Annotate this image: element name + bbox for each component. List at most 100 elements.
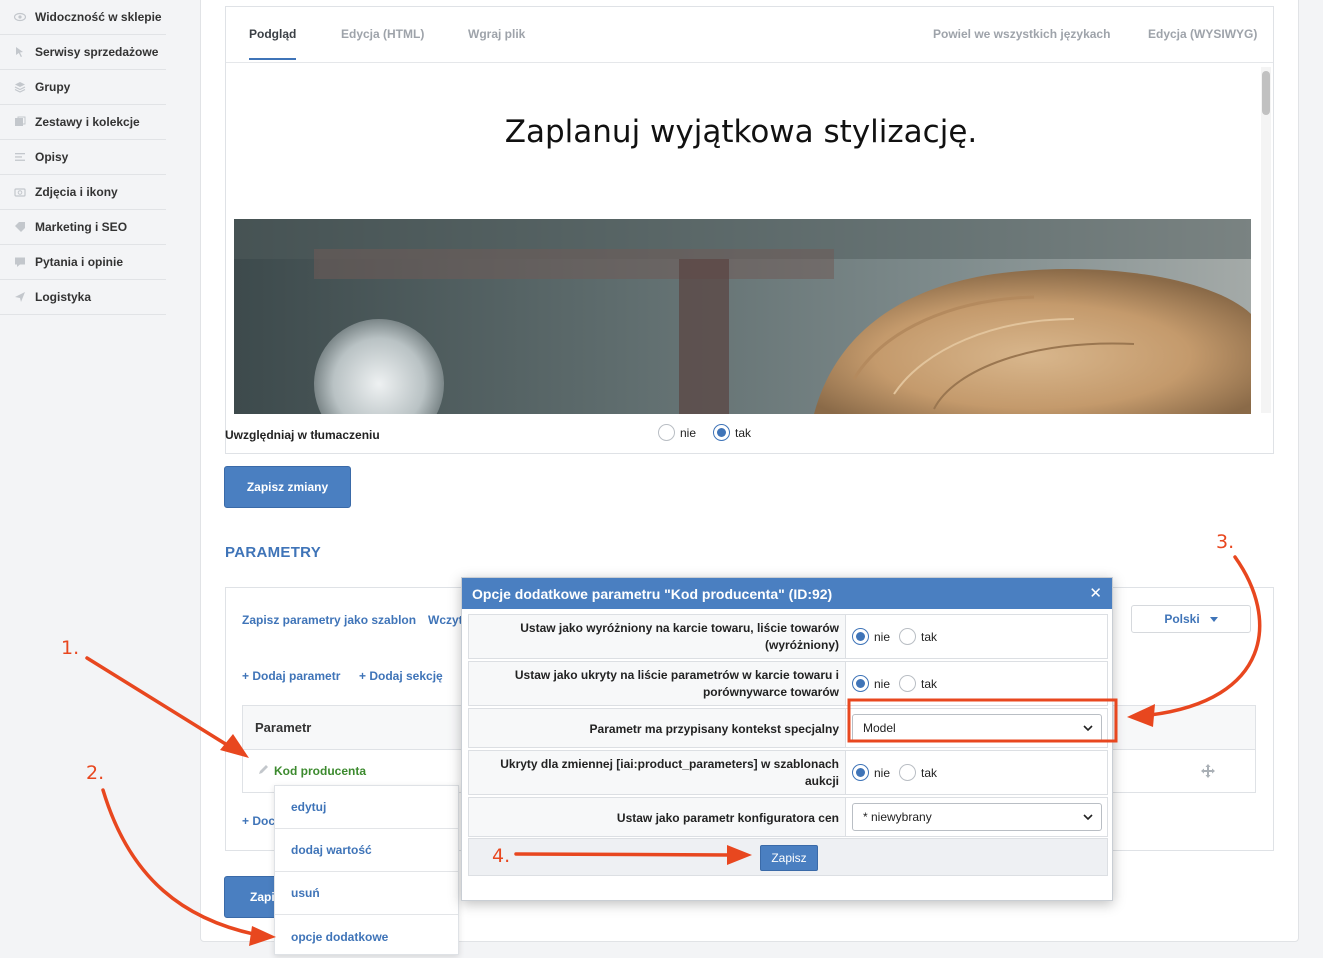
modal-row-price-configurator: Ustaw jako parametr konfiguratora cen * … xyxy=(468,797,1108,837)
radio-label-yes: tak xyxy=(921,629,938,644)
sidebar-item-sales-services[interactable]: Serwisy sprzedażowe xyxy=(0,35,166,70)
preview-scrollbar[interactable] xyxy=(1261,67,1271,413)
modal-row-hidden: Ustaw jako ukryty na liście parametrów w… xyxy=(468,661,1108,706)
radio-label-yes: tak xyxy=(921,676,938,691)
sidebar-item-label: Opisy xyxy=(35,150,69,164)
modal-save-button[interactable]: Zapisz xyxy=(760,845,818,871)
menu-item-extra-options[interactable]: opcje dodatkowe xyxy=(275,915,458,958)
annotation-label-4: 4. xyxy=(492,845,511,867)
plus-icon: + xyxy=(359,669,370,683)
preview-heading: Zaplanuj wyjątkowa stylizację. xyxy=(504,114,978,150)
sidebar-item-label: Pytania i opinie xyxy=(35,255,124,269)
tab-edit-html[interactable]: Edycja (HTML) xyxy=(341,27,424,41)
radio-label-no: nie xyxy=(874,765,891,780)
tab-upload-file[interactable]: Wgraj plik xyxy=(468,27,525,41)
sidebar-item-visibility[interactable]: Widoczność w sklepie xyxy=(0,0,166,35)
tab-edit-wysiwyg[interactable]: Edycja (WYSIWYG) xyxy=(1148,27,1257,41)
hidden-no-radio[interactable] xyxy=(852,675,869,692)
sidebar-item-marketing[interactable]: Marketing i SEO xyxy=(0,210,166,245)
sidebar-item-label: Widoczność w sklepie xyxy=(35,10,162,24)
add-parameter-link-bottom[interactable]: + Doc xyxy=(242,814,275,828)
translation-label: Uwzględniaj w tłumaczeniu xyxy=(225,428,380,442)
modal-row-featured: Ustaw jako wyróżniony na karcie towaru, … xyxy=(468,614,1108,659)
sidebar-item-logistics[interactable]: Logistyka xyxy=(0,280,166,315)
chevron-down-icon xyxy=(1083,814,1093,821)
sidebar-item-photos[interactable]: Zdjęcia i ikony xyxy=(0,175,166,210)
move-handle-icon[interactable] xyxy=(1201,764,1215,781)
preview-photo xyxy=(234,219,1251,414)
text-lines-icon xyxy=(14,151,26,163)
auction-hidden-yes-radio[interactable] xyxy=(899,764,917,781)
comment-icon xyxy=(14,256,26,268)
layers-icon xyxy=(14,81,26,93)
annotation-label-3: 3. xyxy=(1216,531,1235,553)
translation-radio-group: nie tak xyxy=(658,424,763,441)
modal-footer: Zapisz xyxy=(468,838,1108,876)
sidebar-item-groups[interactable]: Grupy xyxy=(0,70,166,105)
sidebar-item-label: Marketing i SEO xyxy=(35,220,128,234)
auction-hidden-no-radio[interactable] xyxy=(852,764,869,781)
extra-options-modal: Opcje dodatkowe parametru "Kod producent… xyxy=(461,577,1113,901)
sidebar-item-questions[interactable]: Pytania i opinie xyxy=(0,245,166,280)
sidebar-item-descriptions[interactable]: Opisy xyxy=(0,140,166,175)
radio-label-yes: tak xyxy=(921,765,938,780)
radio-label-no: nie xyxy=(874,676,891,691)
featured-no-radio[interactable] xyxy=(852,628,869,645)
tab-copy-all-languages[interactable]: Powiel we wszystkich językach xyxy=(933,27,1110,41)
add-link-label: Doc xyxy=(252,814,276,828)
modal-row-special-context: Parametr ma przypisany kontekst specjaln… xyxy=(468,708,1108,748)
select-value: Model xyxy=(863,721,896,735)
hidden-yes-radio[interactable] xyxy=(899,675,917,692)
menu-item-delete[interactable]: usuń xyxy=(275,872,458,915)
close-icon[interactable]: ✕ xyxy=(1089,584,1102,602)
special-context-cell: Model xyxy=(846,709,1107,747)
sidebar-item-sets[interactable]: Zestawy i kolekcje xyxy=(0,105,166,140)
load-params-link[interactable]: Wczyt xyxy=(428,613,463,627)
save-changes-button[interactable]: Zapisz zmiany xyxy=(224,466,351,508)
param-context-menu: edytuj dodaj wartość usuń opcje dodatkow… xyxy=(274,785,459,955)
send-icon xyxy=(14,291,26,303)
add-parameter-label: Dodaj parametr xyxy=(252,669,341,683)
add-section-link[interactable]: + Dodaj sekcję xyxy=(359,669,443,683)
translation-yes-radio[interactable] xyxy=(713,424,731,441)
featured-radio-group: nie tak xyxy=(846,615,1107,658)
sidebar-item-label: Zdjęcia i ikony xyxy=(35,185,118,199)
language-label: Polski xyxy=(1164,612,1200,626)
param-row-label: Kod producenta xyxy=(274,764,366,778)
menu-item-add-value[interactable]: dodaj wartość xyxy=(275,829,458,872)
add-section-label: Dodaj sekcję xyxy=(369,669,443,683)
annotation-label-2: 2. xyxy=(86,762,105,784)
eye-icon xyxy=(14,11,26,23)
description-editor: Podgląd Edycja (HTML) Wgraj plik Powiel … xyxy=(225,6,1274,454)
row-label: Ustaw jako parametr konfiguratora cen xyxy=(469,798,846,836)
radio-label-no: nie xyxy=(680,425,697,440)
sidebar-item-label: Serwisy sprzedażowe xyxy=(35,45,159,59)
chevron-down-icon xyxy=(1083,725,1093,732)
modal-header: Opcje dodatkowe parametru "Kod producent… xyxy=(462,578,1112,609)
translation-no-radio[interactable] xyxy=(658,424,675,441)
hidden-radio-group: nie tak xyxy=(846,662,1107,705)
plus-icon: + xyxy=(242,669,253,683)
row-label: Ustaw jako ukryty na liście parametrów w… xyxy=(469,662,846,705)
caret-down-icon xyxy=(1209,616,1218,622)
menu-item-edit[interactable]: edytuj xyxy=(275,786,458,829)
language-dropdown[interactable]: Polski xyxy=(1131,605,1251,633)
sidebar-item-label: Grupy xyxy=(35,80,71,94)
scrollbar-thumb[interactable] xyxy=(1262,71,1270,115)
add-parameter-link[interactable]: + Dodaj parametr xyxy=(242,669,340,683)
price-configurator-cell: * niewybrany xyxy=(846,798,1107,836)
params-section-title: PARAMETRY xyxy=(225,544,322,561)
sidebar-item-label: Logistyka xyxy=(35,290,92,304)
featured-yes-radio[interactable] xyxy=(899,628,917,645)
special-context-select[interactable]: Model xyxy=(852,714,1102,742)
editor-tabs: Podgląd Edycja (HTML) Wgraj plik Powiel … xyxy=(226,7,1273,63)
tab-preview[interactable]: Podgląd xyxy=(249,27,297,60)
save-params-template-link[interactable]: Zapisz parametry jako szablon xyxy=(242,613,416,627)
modal-title: Opcje dodatkowe parametru "Kod producent… xyxy=(472,585,833,602)
annotation-label-1: 1. xyxy=(61,637,80,659)
tag-icon xyxy=(14,221,26,233)
param-row-name[interactable]: Kod producenta xyxy=(258,764,366,778)
camera-icon xyxy=(14,186,26,198)
select-value: * niewybrany xyxy=(863,810,932,824)
price-configurator-select[interactable]: * niewybrany xyxy=(852,803,1102,831)
